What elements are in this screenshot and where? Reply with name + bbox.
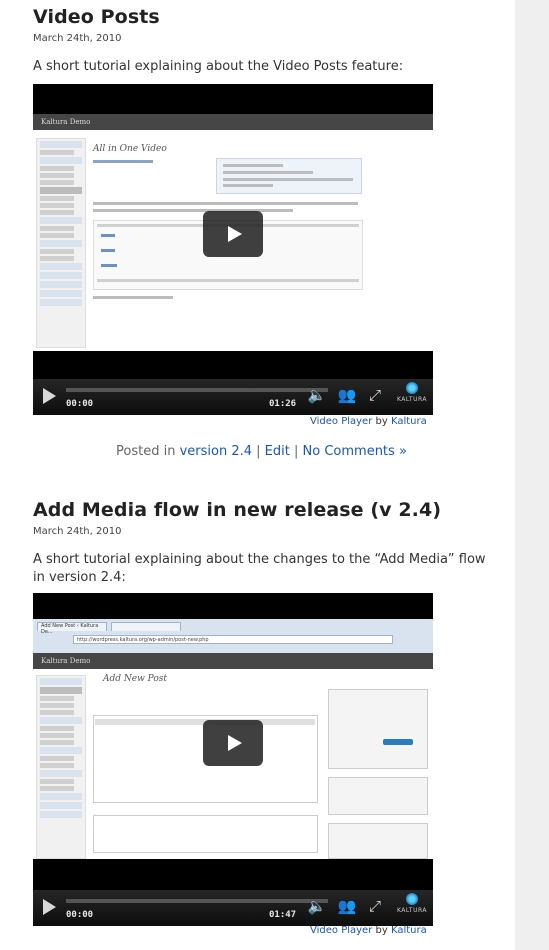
frame-excerpt xyxy=(93,815,318,853)
play-overlay-button[interactable] xyxy=(203,720,263,766)
volume-icon[interactable]: 🔈 xyxy=(307,385,327,405)
video-player-link[interactable]: Video Player xyxy=(310,416,372,427)
credit-by: by xyxy=(375,925,388,936)
share-icon[interactable]: 👥 xyxy=(337,896,357,916)
kaltura-link[interactable]: Kaltura xyxy=(391,925,427,936)
kaltura-burst-icon xyxy=(406,382,418,394)
frame-app-title: Kaltura Demo xyxy=(41,657,91,665)
post-meta: Posted in version 2.4 | Edit | No Commen… xyxy=(116,444,407,459)
post-add-media-flow: Add Media flow in new release (v 2.4) Ma… xyxy=(33,499,493,587)
player-credit: Video Player by Kaltura xyxy=(310,925,427,936)
meta-separator: | xyxy=(294,444,299,459)
frame-page-title: All in One Video xyxy=(93,144,167,154)
frame-admin-menu xyxy=(36,675,86,859)
post-date: March 24th, 2010 xyxy=(33,526,122,537)
credit-by: by xyxy=(375,416,388,427)
play-overlay-button[interactable] xyxy=(203,211,263,257)
elapsed-time: 00:00 xyxy=(66,910,94,920)
play-icon[interactable] xyxy=(43,388,56,404)
player-credit: Video Player by Kaltura xyxy=(310,416,427,427)
elapsed-time: 00:00 xyxy=(66,399,94,409)
duration-time: 01:26 xyxy=(269,399,297,409)
comments-link[interactable]: No Comments » xyxy=(303,444,407,459)
frame-app-title: Kaltura Demo xyxy=(41,118,91,126)
play-icon[interactable] xyxy=(43,899,56,915)
frame-tags-panel xyxy=(328,777,428,815)
kaltura-logo[interactable]: KALTURA xyxy=(394,892,430,914)
player-controls: 00:00 01:26 🔈 👥 ⤢ KALTURA xyxy=(33,379,433,415)
sidebar-gutter xyxy=(515,0,549,950)
volume-icon[interactable]: 🔈 xyxy=(307,896,327,916)
share-icon[interactable]: 👥 xyxy=(337,385,357,405)
video-player[interactable]: Kaltura Demo All in One Video 00:00 01:2… xyxy=(33,84,433,415)
player-controls: 00:00 01:47 🔈 👥 ⤢ KALTURA xyxy=(33,890,433,926)
duration-time: 01:47 xyxy=(269,910,297,920)
frame-publish-panel xyxy=(328,689,428,769)
post-title[interactable]: Add Media flow in new release (v 2.4) xyxy=(33,499,493,521)
edit-link[interactable]: Edit xyxy=(265,444,290,459)
post-description: A short tutorial explaining about the ch… xyxy=(33,552,486,585)
video-player-link[interactable]: Video Player xyxy=(310,925,372,936)
kaltura-burst-icon xyxy=(406,893,418,905)
post-title[interactable]: Video Posts xyxy=(33,6,493,28)
frame-admin-menu xyxy=(36,138,86,348)
frame-admin-bar: Kaltura Demo xyxy=(33,114,433,130)
frame-browser-tab: Add New Post ‹ Kaltura De... xyxy=(37,622,107,635)
post-date: March 24th, 2010 xyxy=(33,33,122,44)
posted-in-label: Posted in xyxy=(116,444,176,459)
post-description: A short tutorial explaining about the Vi… xyxy=(33,59,404,74)
frame-page-title: Add New Post xyxy=(103,674,167,684)
kaltura-logo[interactable]: KALTURA xyxy=(394,381,430,403)
meta-separator: | xyxy=(256,444,261,459)
fullscreen-icon[interactable]: ⤢ xyxy=(365,896,385,916)
frame-categories-panel xyxy=(328,823,428,859)
video-player[interactable]: Add New Post ‹ Kaltura De... http://word… xyxy=(33,593,433,926)
scrubber-bar[interactable] xyxy=(66,899,328,903)
frame-url-bar: http://wordpress.kaltura.org/wp-admin/po… xyxy=(73,635,393,644)
scrubber-bar[interactable] xyxy=(66,388,328,392)
post-video-posts: Video Posts March 24th, 2010 A short tut… xyxy=(33,6,493,76)
category-link[interactable]: version 2.4 xyxy=(180,444,252,459)
kaltura-link[interactable]: Kaltura xyxy=(391,416,427,427)
fullscreen-icon[interactable]: ⤢ xyxy=(365,385,385,405)
frame-admin-bar: Kaltura Demo xyxy=(33,653,433,669)
